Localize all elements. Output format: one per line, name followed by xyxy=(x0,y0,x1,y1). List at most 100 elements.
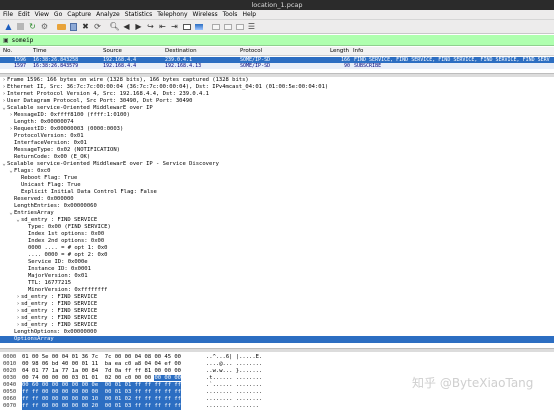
detail-tree-item[interactable]: Type: 0x00 (FIND SERVICE) xyxy=(0,224,554,231)
zoom-in-icon[interactable] xyxy=(210,21,221,32)
zoom-out-icon[interactable] xyxy=(222,21,233,32)
column-header-length[interactable]: Length xyxy=(330,47,349,56)
detail-tree-item[interactable]: ›sd_entry : FIND SERVICE xyxy=(0,294,554,301)
bytes-hex: 00 74 00 00 00 03 01 01 02 00 c0 00 00 0… xyxy=(22,375,181,382)
detail-tree-item[interactable]: ⌄EntriesArray xyxy=(0,210,554,217)
display-filter-input[interactable]: someip xyxy=(12,37,34,44)
save-icon[interactable] xyxy=(68,21,79,32)
detail-tree-item[interactable]: ›sd_entry : FIND SERVICE xyxy=(0,315,554,322)
detail-tree-item[interactable]: .... 0000 = # opt 2: 0x0 xyxy=(0,252,554,259)
last-packet-icon[interactable]: ⇥ xyxy=(169,21,180,32)
resize-columns-icon[interactable]: ☰ xyxy=(246,21,257,32)
column-header-no[interactable]: No. xyxy=(3,47,12,56)
detail-tree-item[interactable]: Length: 0x00000074 xyxy=(0,119,554,126)
detail-tree-item[interactable]: TTL: 16777215 xyxy=(0,280,554,287)
column-header-time[interactable]: Time xyxy=(33,47,46,56)
column-header-info[interactable]: Info xyxy=(353,47,363,56)
menu-bar: File Edit View Go Capture Analyze Statistics Te… xyxy=(0,10,554,20)
close-file-icon[interactable]: ✖ xyxy=(80,21,91,32)
colorize-icon[interactable] xyxy=(193,21,204,32)
shark-fin-start-icon[interactable]: ▲ xyxy=(3,21,14,32)
autoscroll-icon[interactable] xyxy=(181,21,192,32)
detail-text: Flags: 0xc0 xyxy=(14,168,51,174)
detail-tree-item[interactable]: Index 2nd options: 0x00 xyxy=(0,238,554,245)
detail-tree-item[interactable]: Unicast Flag: True xyxy=(0,182,554,189)
back-arrow-icon[interactable]: ◀ xyxy=(121,21,132,32)
detail-tree-item[interactable]: ›Frame 1596: 166 bytes on wire (1328 bit… xyxy=(0,77,554,84)
detail-tree-item[interactable]: OptionsArray xyxy=(0,336,554,343)
detail-tree-item[interactable]: ›sd_entry : FIND SERVICE xyxy=(0,308,554,315)
detail-tree-item[interactable]: Explicit Initial Data Control Flag: Fals… xyxy=(0,189,554,196)
bookmark-icon[interactable]: ▣ xyxy=(3,37,9,44)
bytes-row[interactable]: 0070 ff ff 00 00 00 00 00 20 00 01 03 ff … xyxy=(0,403,554,410)
menu-wireless[interactable]: Wireless xyxy=(193,10,218,19)
column-header-destination[interactable]: Destination xyxy=(165,47,197,56)
menu-help[interactable]: Help xyxy=(242,10,256,19)
detail-text: Index 2nd options: 0x00 xyxy=(28,238,105,244)
detail-tree-item[interactable]: LengthEntries: 0x00000060 xyxy=(0,203,554,210)
detail-text: InterfaceVersion: 0x01 xyxy=(14,140,87,146)
detail-tree-item[interactable]: Reboot Flag: True xyxy=(0,175,554,182)
detail-tree-item[interactable]: Instance ID: 0x0001 xyxy=(0,266,554,273)
detail-text: LengthEntries: 0x00000060 xyxy=(14,203,97,209)
detail-tree-item[interactable]: ›User Datagram Protocol, Src Port: 30490… xyxy=(0,98,554,105)
detail-tree-item[interactable]: ›RequestID: 0x00000003 (0000:0003) xyxy=(0,126,554,133)
detail-tree-item[interactable]: ProtocolVersion: 0x01 xyxy=(0,133,554,140)
display-filter-bar[interactable]: ▣ someip xyxy=(0,35,554,46)
detail-text: sd_entry : FIND SERVICE xyxy=(21,315,98,321)
detail-tree-item[interactable]: MajorVersion: 0x01 xyxy=(0,273,554,280)
detail-tree-item[interactable]: ›sd_entry : FIND SERVICE xyxy=(0,322,554,329)
first-packet-icon[interactable]: ⇤ xyxy=(157,21,168,32)
stop-icon[interactable] xyxy=(15,21,26,32)
menu-statistics[interactable]: Statistics xyxy=(125,10,152,19)
bytes-hex: 00 60 00 00 00 00 00 0e 00 01 01 ff ff f… xyxy=(22,382,181,389)
detail-tree-item[interactable]: ⌄Scalable service-Oriented MiddlewarE ov… xyxy=(0,161,554,168)
bytes-ascii: ....... ........ xyxy=(206,403,259,409)
menu-telephony[interactable]: Telephony xyxy=(157,10,187,19)
menu-view[interactable]: View xyxy=(35,10,49,19)
bytes-ascii: ..w.w... }....... xyxy=(206,368,263,374)
menu-go[interactable]: Go xyxy=(54,10,62,19)
column-header-source[interactable]: Source xyxy=(103,47,122,56)
detail-tree-item[interactable]: ⌄Flags: 0xc0 xyxy=(0,168,554,175)
detail-tree-item[interactable]: ⌄Scalable service-Oriented MiddlewarE ov… xyxy=(0,105,554,112)
detail-tree-item[interactable]: ›Ethernet II, Src: 36:7c:7c:00:00:04 (36… xyxy=(0,84,554,91)
detail-tree-item[interactable]: MinorVersion: 0xffffffff xyxy=(0,287,554,294)
menu-capture[interactable]: Capture xyxy=(67,10,91,19)
menu-tools[interactable]: Tools xyxy=(223,10,238,19)
find-icon[interactable]: 🔍︎ xyxy=(109,21,120,32)
options-gear-icon[interactable]: ⚙ xyxy=(39,21,50,32)
bytes-row[interactable]: 0010 00 98 06 bd 40 00 01 11 ba ea c0 a8 … xyxy=(0,361,554,368)
detail-tree-item[interactable]: ›MessageID: 0xffff8100 (ffff:1:0100) xyxy=(0,112,554,119)
detail-text: Length: 0x00000074 xyxy=(14,119,74,125)
detail-tree-item[interactable]: ›Internet Protocol Version 4, Src: 192.1… xyxy=(0,91,554,98)
reload-icon[interactable]: ⟳ xyxy=(92,21,103,32)
bytes-hex: ff ff 00 00 00 00 00 20 00 01 03 ff ff f… xyxy=(22,403,181,410)
detail-tree-item[interactable]: InterfaceVersion: 0x01 xyxy=(0,140,554,147)
menu-analyze[interactable]: Analyze xyxy=(96,10,120,19)
detail-tree-item[interactable]: ›sd_entry : FIND SERVICE xyxy=(0,301,554,308)
detail-tree-item[interactable]: MessageType: 0x02 (NOTIFICATION) xyxy=(0,147,554,154)
detail-tree-item[interactable]: Reserved: 0x000000 xyxy=(0,196,554,203)
watermark: 知乎 @ByteXiaoTang xyxy=(412,376,534,390)
menu-file[interactable]: File xyxy=(3,10,13,19)
detail-tree-item[interactable]: Index 1st options: 0x00 xyxy=(0,231,554,238)
bytes-row[interactable]: 0000 01 00 5e 00 04 01 36 7c 7c 00 00 04 … xyxy=(0,354,554,361)
open-folder-icon[interactable] xyxy=(56,21,67,32)
column-header-protocol[interactable]: Protocol xyxy=(240,47,262,56)
detail-text: 0000 .... = # opt 1: 0x0 xyxy=(28,245,108,251)
detail-tree-item[interactable]: ⌄sd_entry : FIND SERVICE xyxy=(0,217,554,224)
toolbar-separator xyxy=(51,21,55,32)
forward-arrow-icon[interactable]: ▶ xyxy=(133,21,144,32)
detail-tree-item[interactable]: 0000 .... = # opt 1: 0x0 xyxy=(0,245,554,252)
detail-tree-item[interactable]: ReturnCode: 0x00 (E_OK) xyxy=(0,154,554,161)
detail-tree-item[interactable]: Service ID: 0x000e xyxy=(0,259,554,266)
restart-icon[interactable]: ↻ xyxy=(27,21,38,32)
normal-size-icon[interactable] xyxy=(234,21,245,32)
detail-text: Type: 0x00 (FIND SERVICE) xyxy=(28,224,111,230)
detail-text: Frame 1596: 166 bytes on wire (1328 bits… xyxy=(7,77,249,83)
menu-edit[interactable]: Edit xyxy=(18,10,30,19)
detail-tree-item[interactable]: LengthOptions: 0x00000000 xyxy=(0,329,554,336)
go-to-packet-icon[interactable]: ↪ xyxy=(145,21,156,32)
bytes-row[interactable]: 0060 ff ff 00 00 00 00 00 10 00 01 02 ff … xyxy=(0,396,554,403)
